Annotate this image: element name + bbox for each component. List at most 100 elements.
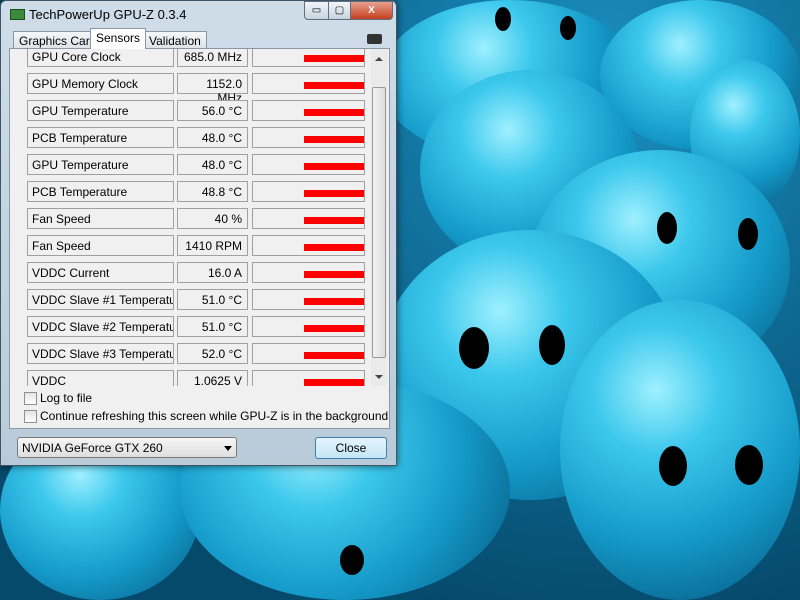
sensor-graph [252, 262, 365, 283]
sensor-name-select[interactable]: PCB Temperature [27, 181, 174, 202]
sensor-name: GPU Temperature [32, 158, 129, 172]
sensor-row: VDDC 1.0625 V [10, 370, 370, 386]
continue-refresh-label: Continue refreshing this screen while GP… [40, 409, 389, 423]
sensor-value: 40 % [177, 208, 248, 229]
sensor-value: 56.0 °C [177, 100, 248, 121]
sensor-name-select[interactable]: VDDC Slave #2 Temperature [27, 316, 174, 337]
sensor-row: GPU Temperature 56.0 °C [10, 100, 370, 121]
sensor-graph [252, 100, 365, 121]
sensor-row: VDDC Current 16.0 A [10, 262, 370, 283]
gpu-select-value: NVIDIA GeForce GTX 260 [22, 441, 163, 455]
sensor-graph [252, 127, 365, 148]
sensor-name-select[interactable]: PCB Temperature [27, 127, 174, 148]
sensor-value: 51.0 °C [177, 316, 248, 337]
sensor-graph [252, 73, 365, 94]
gpu-z-window: TechPowerUp GPU-Z 0.3.4 ▭ ▢ X Graphics C… [0, 0, 397, 466]
sensor-graph [252, 235, 365, 256]
sensor-value: 1410 RPM [177, 235, 248, 256]
sensor-graph-bar [304, 163, 364, 170]
sensor-name-select[interactable]: Fan Speed [27, 235, 174, 256]
sensor-value: 48.0 °C [177, 127, 248, 148]
sensor-name: PCB Temperature [32, 131, 128, 145]
sensor-name-select[interactable]: VDDC Current [27, 262, 174, 283]
sensor-row: PCB Temperature 48.8 °C [10, 181, 370, 202]
scroll-down-icon[interactable] [375, 375, 383, 379]
tab-sensors[interactable]: Sensors [90, 28, 147, 49]
sensors-panel: GPU Core Clock 685.0 MHz GPU Memory Cloc… [9, 48, 390, 429]
close-button[interactable]: Close [315, 437, 387, 459]
sensor-graph-bar [304, 325, 364, 332]
sensor-graph [252, 181, 365, 202]
sensor-graph-bar [304, 298, 364, 305]
continue-refresh-checkbox[interactable] [24, 410, 37, 423]
sensor-name-select[interactable]: VDDC Slave #1 Temperature [27, 289, 174, 310]
sensor-name: GPU Temperature [32, 104, 129, 118]
sensor-value: 48.0 °C [177, 154, 248, 175]
sensor-row: GPU Core Clock 685.0 MHz [10, 49, 370, 67]
maximize-button[interactable]: ▢ [328, 1, 351, 20]
sensor-name: PCB Temperature [32, 185, 128, 199]
sensor-graph [252, 49, 365, 67]
sensor-value: 48.8 °C [177, 181, 248, 202]
sensor-graph-bar [304, 217, 364, 224]
sensor-graph-bar [304, 55, 364, 62]
sensor-name: VDDC Current [32, 266, 110, 280]
sensor-graph-bar [304, 82, 364, 89]
sensor-row: GPU Temperature 48.0 °C [10, 154, 370, 175]
sensor-graph [252, 370, 365, 386]
sensor-list: GPU Core Clock 685.0 MHz GPU Memory Cloc… [10, 49, 370, 386]
sensor-value: 1152.0 MHz [177, 73, 248, 105]
tab-validation[interactable]: Validation [143, 31, 207, 49]
camera-icon[interactable] [367, 34, 382, 44]
sensor-name-select[interactable]: GPU Temperature [27, 154, 174, 175]
sensor-row: PCB Temperature 48.0 °C [10, 127, 370, 148]
sensor-name: VDDC Slave #3 Temperature [32, 347, 174, 361]
log-to-file-checkbox[interactable] [24, 392, 37, 405]
sensor-graph-bar [304, 379, 364, 386]
close-window-button[interactable]: X [350, 1, 393, 20]
sensor-row: Fan Speed 1410 RPM [10, 235, 370, 256]
sensor-graph [252, 316, 365, 337]
sensor-name-select[interactable]: VDDC [27, 370, 174, 386]
sensor-graph-bar [304, 190, 364, 197]
sensor-graph [252, 343, 365, 364]
sensor-graph-bar [304, 352, 364, 359]
sensor-row: VDDC Slave #2 Temperature 51.0 °C [10, 316, 370, 337]
sensor-graph [252, 208, 365, 229]
tab-graphics-card[interactable]: Graphics Card [13, 31, 103, 49]
sensor-name-select[interactable]: GPU Temperature [27, 100, 174, 121]
scroll-thumb[interactable] [372, 87, 386, 358]
sensor-name: VDDC [32, 374, 67, 386]
scroll-up-icon[interactable] [375, 57, 383, 61]
sensor-row: VDDC Slave #1 Temperature 51.0 °C [10, 289, 370, 310]
sensor-graph-bar [304, 109, 364, 116]
sensor-graph [252, 289, 365, 310]
sensor-name-select[interactable]: VDDC Slave #3 Temperature [27, 343, 174, 364]
minimize-button[interactable]: ▭ [304, 1, 329, 20]
sensor-row: Fan Speed 40 % [10, 208, 370, 229]
sensor-name-select[interactable]: GPU Memory Clock [27, 73, 174, 94]
sensor-name: Fan Speed [32, 212, 91, 226]
sensor-name: GPU Core Clock [32, 50, 121, 64]
sensor-graph-bar [304, 136, 364, 143]
sensor-graph-bar [304, 271, 364, 278]
sensor-name-select[interactable]: GPU Core Clock [27, 49, 174, 67]
window-title: TechPowerUp GPU-Z 0.3.4 [29, 7, 187, 22]
sensor-name: VDDC Slave #1 Temperature [32, 293, 174, 307]
log-to-file-label: Log to file [40, 391, 93, 405]
sensor-name-select[interactable]: Fan Speed [27, 208, 174, 229]
sensor-graph [252, 154, 365, 175]
sensor-name: VDDC Slave #2 Temperature [32, 320, 174, 334]
sensor-value: 16.0 A [177, 262, 248, 283]
sensor-name: GPU Memory Clock [32, 77, 139, 91]
sensor-value: 51.0 °C [177, 289, 248, 310]
sensor-row: VDDC Slave #3 Temperature 52.0 °C [10, 343, 370, 364]
sensor-value: 685.0 MHz [177, 49, 248, 67]
gpu-select[interactable]: NVIDIA GeForce GTX 260 [17, 437, 237, 458]
scrollbar[interactable] [371, 49, 387, 386]
sensor-row: GPU Memory Clock 1152.0 MHz [10, 73, 370, 105]
sensor-name: Fan Speed [32, 239, 91, 253]
app-icon [10, 9, 25, 20]
sensor-graph-bar [304, 244, 364, 251]
sensor-value: 1.0625 V [177, 370, 248, 386]
